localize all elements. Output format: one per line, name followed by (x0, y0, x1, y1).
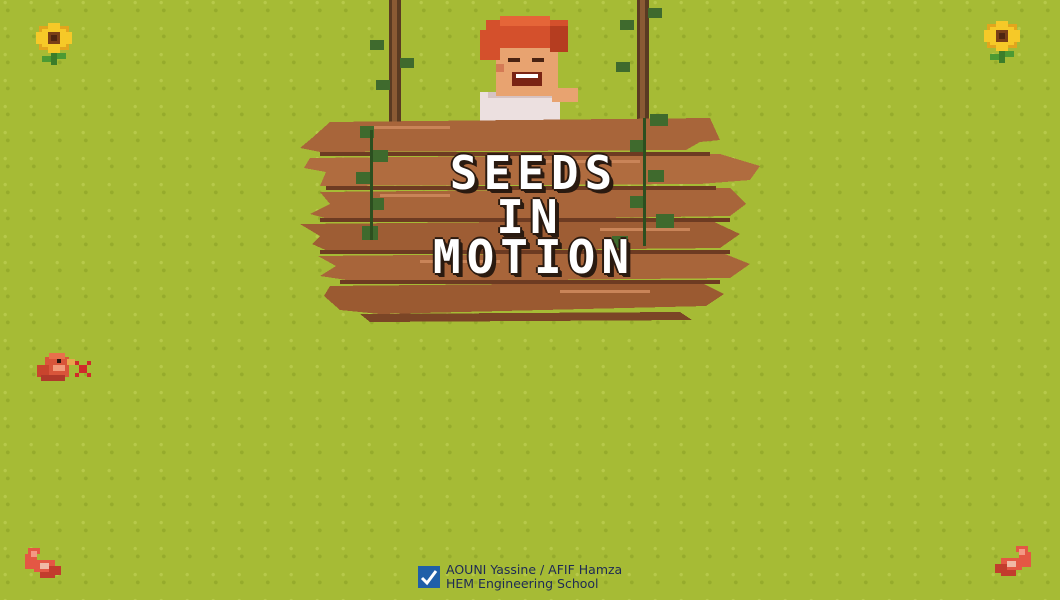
credits-school: HEM Engineering School (446, 576, 599, 591)
heart-icon (25, 548, 61, 578)
sunflower-icon (36, 23, 72, 65)
bird-mute-icon[interactable] (33, 347, 97, 389)
title-sign: SEEDS IN MOTION (300, 0, 760, 330)
heart-icon (995, 546, 1031, 576)
school-logo-icon (418, 566, 440, 588)
credits: AOUNI Yassine / AFIF Hamza HEM Engineeri… (418, 561, 622, 593)
title-screen: SEEDS IN MOTION AOUNI Yassine / AFIF Ham… (0, 0, 1060, 600)
farmer-character (480, 16, 578, 122)
credits-authors: AOUNI Yassine / AFIF Hamza (446, 562, 623, 577)
game-title-line-3: MOTION (432, 230, 636, 284)
sunflower-icon (984, 21, 1020, 63)
